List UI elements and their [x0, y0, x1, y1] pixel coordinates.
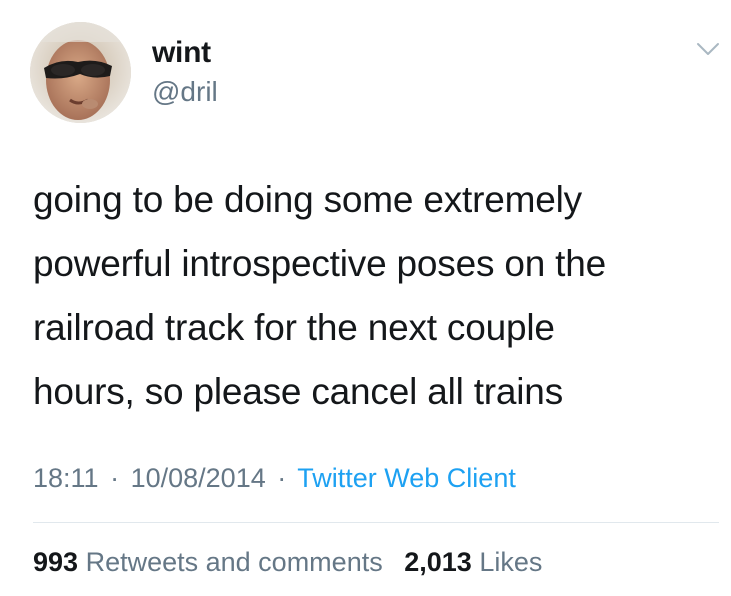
avatar-image — [30, 22, 131, 123]
likes-label: Likes — [479, 547, 543, 577]
retweets-stat[interactable]: 993 Retweets and comments — [33, 547, 390, 577]
divider — [33, 522, 719, 523]
tweet-text-line: railroad track for the next couple — [33, 307, 555, 348]
tweet-date: 10/08/2014 — [130, 463, 266, 493]
tweet-time: 18:11 — [33, 463, 99, 493]
display-name[interactable]: wint — [152, 36, 211, 70]
tweet-text-line: powerful introspective poses on the — [33, 243, 607, 284]
chevron-down-icon[interactable] — [694, 38, 722, 60]
avatar[interactable] — [30, 22, 131, 123]
tweet-text-line: going to be doing some extremely — [33, 179, 582, 220]
meta-separator: · — [110, 463, 120, 493]
retweets-label: Retweets and comments — [85, 547, 383, 577]
tweet-text: going to be doing some extremely powerfu… — [33, 168, 713, 424]
tweet-metadata: 18:11 · 10/08/2014 · Twitter Web Client — [33, 463, 516, 494]
tweet-text-line: hours, so please cancel all trains — [33, 371, 563, 412]
likes-stat[interactable]: 2,013 Likes — [404, 547, 542, 577]
retweets-count: 993 — [33, 547, 79, 577]
tweet-source-link[interactable]: Twitter Web Client — [297, 463, 516, 493]
likes-count: 2,013 — [404, 547, 472, 577]
tweet-stats: 993 Retweets and comments 2,013 Likes — [33, 547, 542, 578]
user-handle[interactable]: @dril — [152, 76, 218, 108]
meta-separator: · — [277, 463, 287, 493]
